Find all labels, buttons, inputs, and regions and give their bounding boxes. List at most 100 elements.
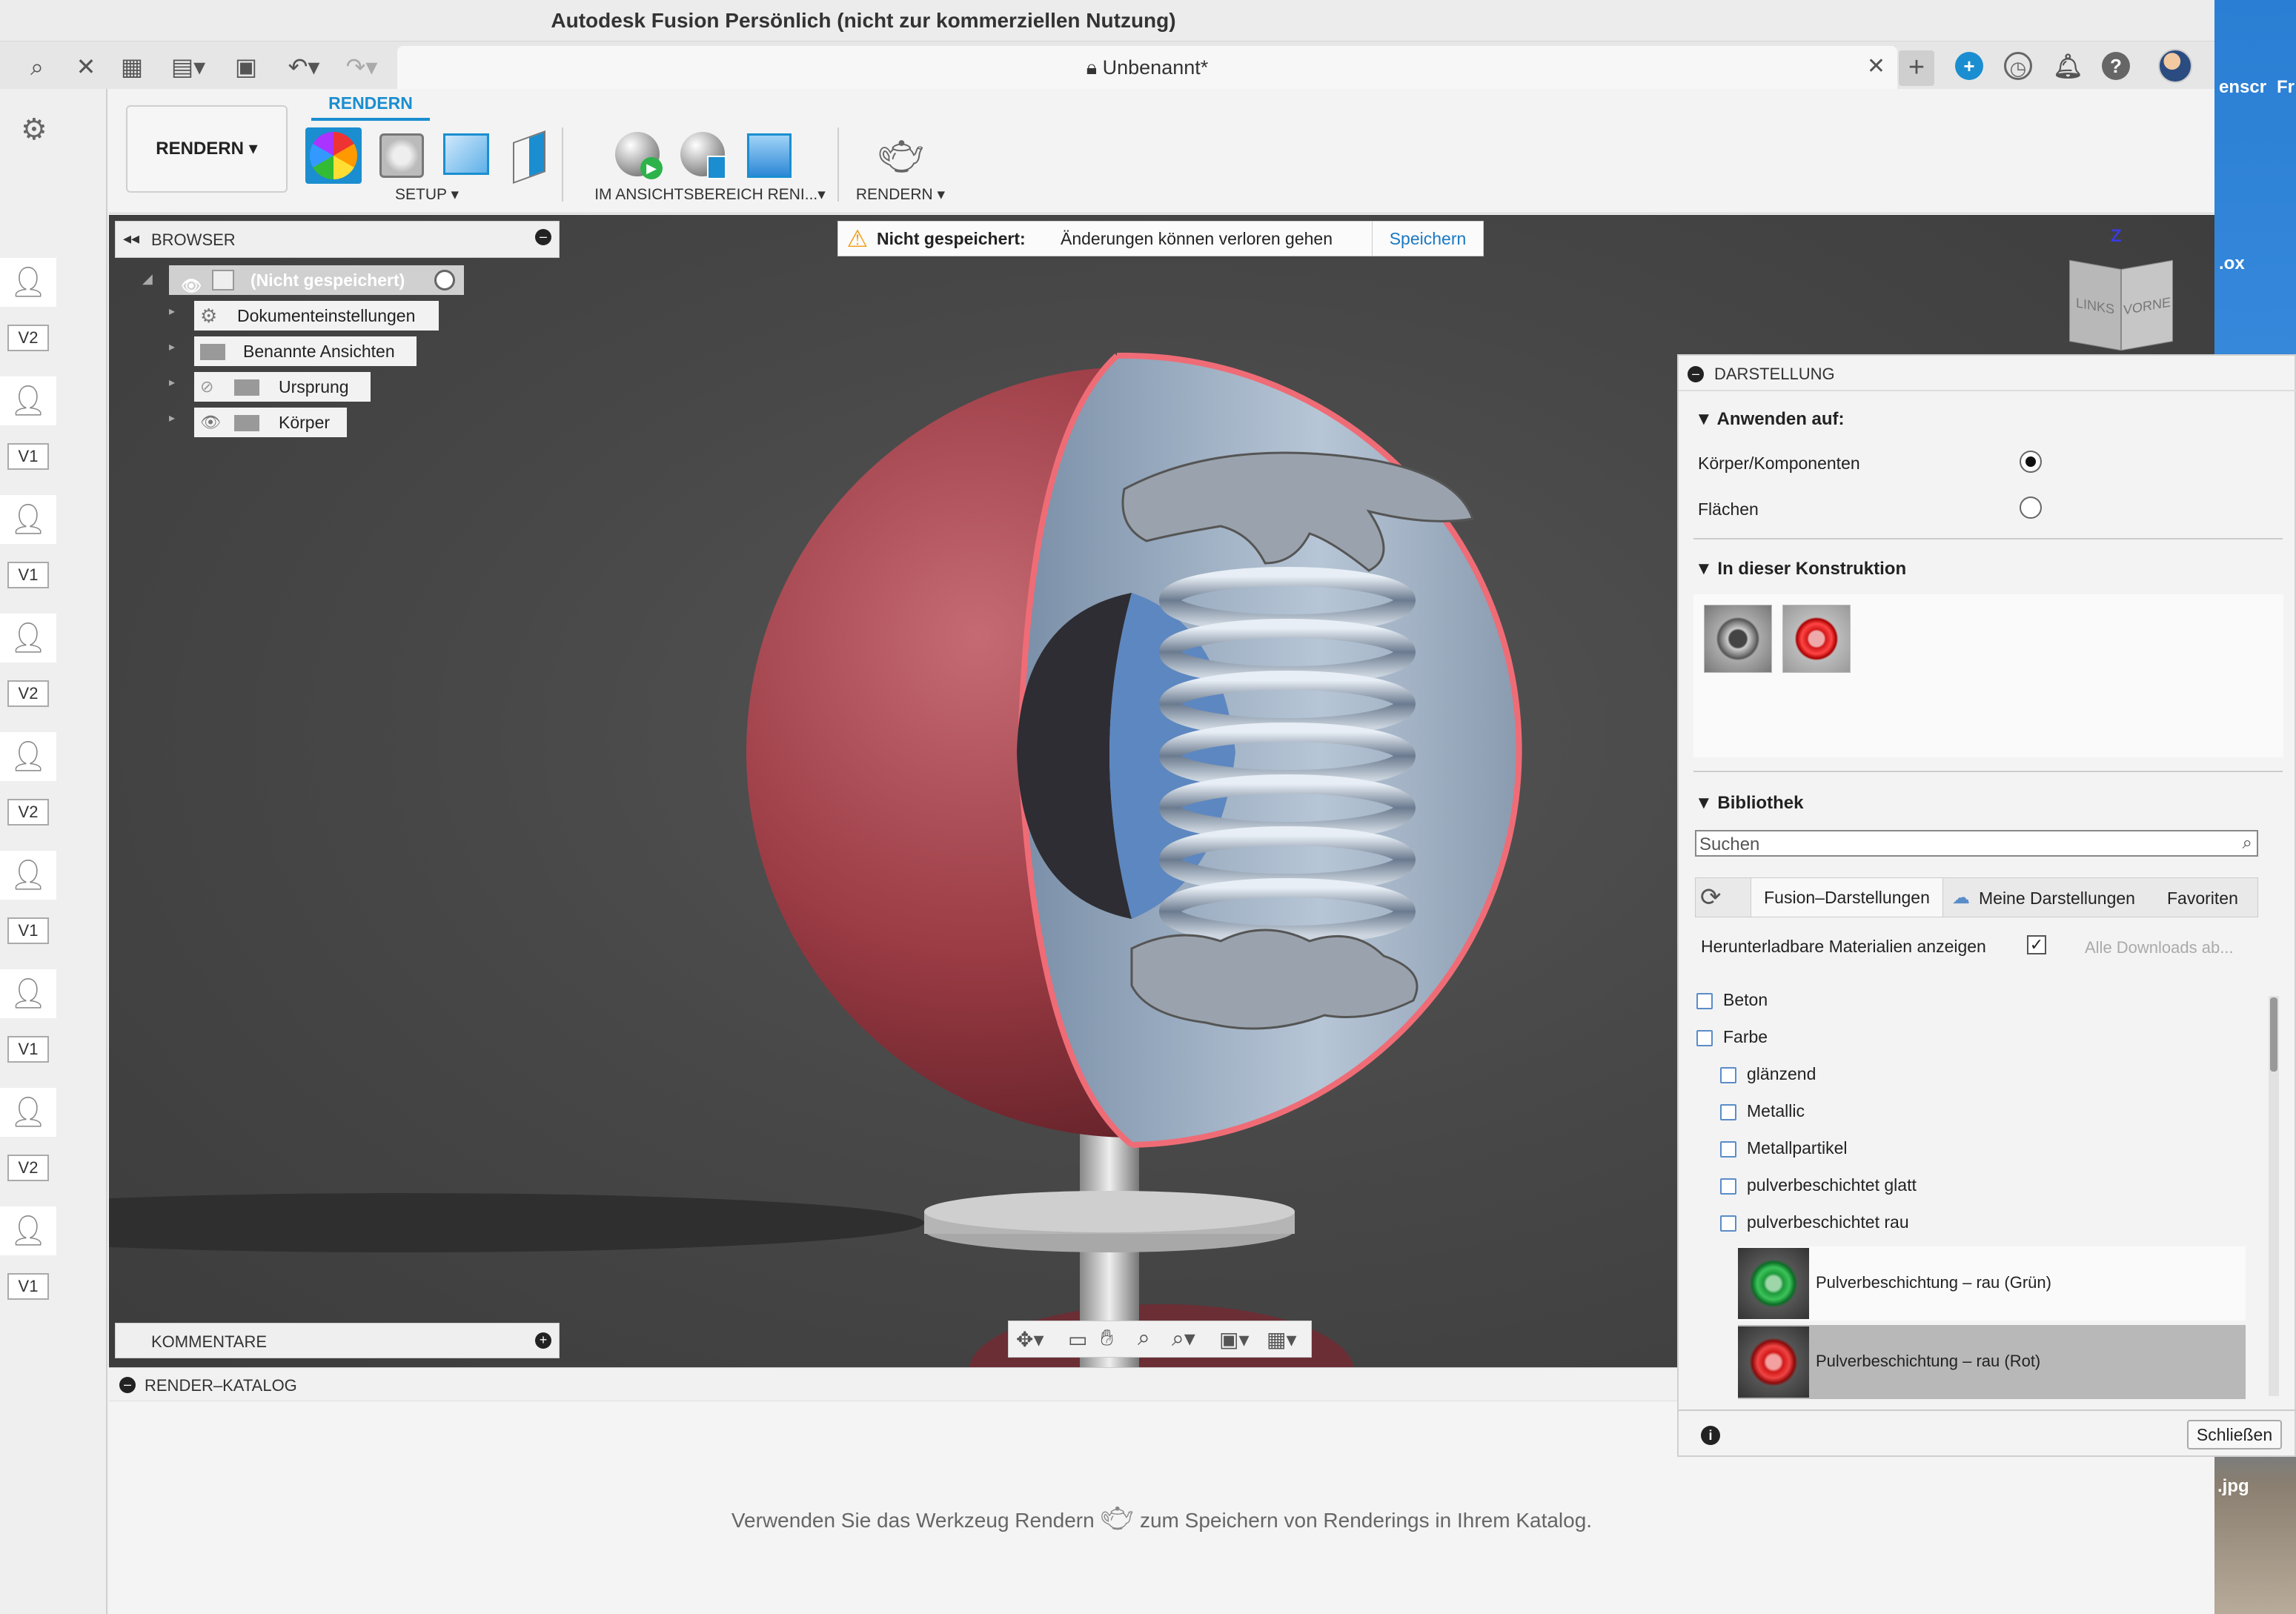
apply-to-section[interactable]: ▼ Anwenden auf: xyxy=(1695,409,1845,430)
refresh-icon[interactable]: ⟳ xyxy=(1700,883,1722,912)
library-folder-item[interactable]: Metallpartikel xyxy=(1720,1138,1848,1158)
downloadable-checkbox[interactable]: ✓ xyxy=(2027,935,2046,954)
activate-radio-icon[interactable] xyxy=(434,270,455,290)
appearance-tool[interactable] xyxy=(305,127,362,184)
expand-arrow-icon[interactable]: ▸ xyxy=(169,411,175,425)
capture-image-tool[interactable] xyxy=(741,127,797,184)
help-icon[interactable]: ? xyxy=(2102,52,2130,80)
workspace-switcher[interactable]: RENDERN ▾ xyxy=(126,105,288,193)
zoom-icon[interactable]: ⌕ xyxy=(1138,1326,1150,1351)
job-status-icon[interactable]: ◷ xyxy=(2004,52,2032,80)
info-icon[interactable]: i xyxy=(1701,1426,1720,1445)
render-teapot-tool[interactable]: 🫖︎ xyxy=(872,127,928,184)
look-at-icon[interactable]: ▭ xyxy=(1068,1327,1087,1352)
collaborator-avatar-icon[interactable]: 👤︎ xyxy=(0,732,56,781)
version-badge[interactable]: V2 xyxy=(7,1155,49,1181)
user-avatar[interactable] xyxy=(2158,49,2192,83)
notifications-icon[interactable]: 🔔︎ xyxy=(2053,52,2083,80)
viewcube[interactable]: Z LINKS VORNE xyxy=(2068,226,2179,352)
new-tab-button[interactable]: + xyxy=(1899,50,1934,86)
extensions-icon[interactable]: + xyxy=(1955,52,1983,80)
material-row-green[interactable]: Pulverbeschichtung – rau (Grün) xyxy=(1738,1246,2246,1321)
zoom-window-icon[interactable]: ⌕▾ xyxy=(1172,1326,1195,1352)
viewcube-left-face[interactable]: LINKS xyxy=(2069,259,2121,351)
collaborator-avatar-icon[interactable]: 👤︎ xyxy=(0,258,56,307)
tab-my-appearances[interactable]: Meine Darstellungen xyxy=(1979,889,2135,909)
library-folder-item[interactable]: glänzend xyxy=(1719,1064,1816,1084)
version-badge[interactable]: V1 xyxy=(7,443,49,470)
visibility-eye-icon[interactable]: 👁︎ xyxy=(200,408,221,437)
gear-icon[interactable]: ⚙ xyxy=(21,113,47,147)
search-icon[interactable]: ⌕ xyxy=(22,52,52,82)
collaborator-avatar-icon[interactable]: 👤︎ xyxy=(0,376,56,425)
tab-fusion-appearances[interactable]: Fusion–Darstellungen xyxy=(1751,878,1943,917)
render-stop-tool[interactable] xyxy=(676,127,732,184)
browser-root-node[interactable]: (Nicht gespeichert) 👁︎ xyxy=(169,265,464,295)
library-folder-item[interactable]: Beton xyxy=(1696,990,1768,1010)
version-badge[interactable]: V2 xyxy=(7,325,49,351)
setup-group-label[interactable]: SETUP ▾ xyxy=(375,185,479,204)
decal-tool[interactable] xyxy=(501,127,557,185)
redo-icon[interactable]: ↷▾ xyxy=(339,52,384,82)
browser-item-bodies[interactable]: 👁︎ Körper xyxy=(194,408,347,437)
version-badge[interactable]: V1 xyxy=(7,562,49,588)
library-section[interactable]: ▼ Bibliothek xyxy=(1695,793,1803,814)
file-menu-icon[interactable]: ▤▾ xyxy=(166,52,210,82)
library-folder-item[interactable]: pulverbeschichtet rau xyxy=(1720,1212,1909,1232)
tab-favorites[interactable]: Favoriten xyxy=(2167,889,2238,909)
version-badge[interactable]: V1 xyxy=(7,917,49,944)
apps-grid-icon[interactable]: ▦ xyxy=(117,52,147,82)
grid-settings-icon[interactable]: ▦▾ xyxy=(1267,1327,1297,1352)
browser-item-document-settings[interactable]: ⚙ Dokumenteinstellungen xyxy=(194,301,439,331)
undo-icon[interactable]: ↶▾ xyxy=(282,52,326,82)
tab-render[interactable]: RENDERN xyxy=(311,93,430,121)
version-badge[interactable]: V1 xyxy=(7,1273,49,1300)
in-design-section[interactable]: ▼ In dieser Konstruktion xyxy=(1695,559,1906,579)
expand-arrow-icon[interactable]: ▸ xyxy=(169,339,175,354)
close-icon[interactable]: ✕ xyxy=(71,52,101,82)
hidden-eye-icon[interactable]: ⊘ xyxy=(200,372,213,402)
save-icon[interactable]: ▣ xyxy=(231,52,261,82)
browser-panel[interactable]: ◂◂ BROWSER – xyxy=(115,221,560,258)
render-group-label[interactable]: RENDERN ▾ xyxy=(852,185,949,204)
scene-settings-tool[interactable] xyxy=(374,127,430,184)
expand-arrow-icon[interactable]: ▸ xyxy=(169,304,175,319)
tab-close-icon[interactable]: ✕ xyxy=(1867,53,1885,79)
close-button[interactable]: Schließen xyxy=(2187,1420,2282,1449)
display-settings-icon[interactable]: ▣▾ xyxy=(1219,1327,1250,1352)
collapse-panel-icon[interactable]: ◂◂ xyxy=(123,229,139,248)
search-icon[interactable]: ⌕ xyxy=(2243,833,2252,854)
comments-expand-icon[interactable]: + xyxy=(535,1332,551,1349)
catalog-collapse-icon[interactable]: – xyxy=(119,1377,136,1393)
appearance-dialog[interactable]: – DARSTELLUNG ▼ Anwenden auf: Körper/Kom… xyxy=(1677,354,2296,1457)
pan-icon[interactable]: ✋︎ xyxy=(1101,1326,1113,1351)
design-material-chrome[interactable] xyxy=(1704,605,1772,673)
version-badge[interactable]: V2 xyxy=(7,680,49,707)
collaborator-avatar-icon[interactable]: 👤︎ xyxy=(0,851,56,900)
option-bodies-radio[interactable] xyxy=(2020,451,2042,473)
orbit-icon[interactable]: ✥▾ xyxy=(1016,1327,1044,1352)
collaborator-avatar-icon[interactable]: 👤︎ xyxy=(0,1088,56,1137)
library-scrollbar[interactable] xyxy=(2269,996,2279,1396)
version-badge[interactable]: V1 xyxy=(7,1036,49,1063)
library-folder-item[interactable]: Metallic xyxy=(1720,1101,1805,1121)
design-material-red[interactable] xyxy=(1782,605,1851,673)
option-faces-radio[interactable] xyxy=(2020,497,2042,519)
viewcube-front-face[interactable]: VORNE xyxy=(2121,259,2173,351)
version-badge[interactable]: V2 xyxy=(7,799,49,826)
collaborator-avatar-icon[interactable]: 👤︎ xyxy=(0,495,56,544)
expand-arrow-icon[interactable]: ▸ xyxy=(169,375,175,390)
browser-minimize-icon[interactable]: – xyxy=(535,229,551,245)
texture-map-tool[interactable] xyxy=(437,127,494,184)
library-folder-item[interactable]: pulverbeschichtet glatt xyxy=(1720,1175,1917,1195)
dialog-collapse-icon[interactable]: – xyxy=(1688,366,1704,382)
collaborator-avatar-icon[interactable]: 👤︎ xyxy=(0,969,56,1018)
expand-triangle-icon[interactable]: ◢ xyxy=(142,271,153,287)
all-downloads-link[interactable]: Alle Downloads ab... xyxy=(2085,938,2234,957)
library-search-input[interactable]: Suchen ⌕ xyxy=(1695,830,2258,857)
comments-panel[interactable]: KOMMENTARE + xyxy=(115,1323,560,1358)
material-row-red[interactable]: Pulverbeschichtung – rau (Rot) xyxy=(1738,1325,2246,1399)
collaborator-avatar-icon[interactable]: 👤︎ xyxy=(0,1206,56,1255)
viewport-render-group-label[interactable]: IM ANSICHTSBEREICH RENI...▾ xyxy=(584,185,836,204)
render-play-tool[interactable]: ▶ xyxy=(611,127,667,184)
